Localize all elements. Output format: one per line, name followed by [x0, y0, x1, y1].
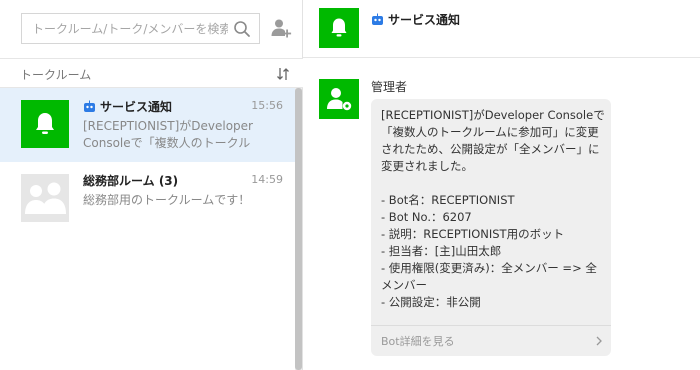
- chat-title-row: サービス通知: [371, 11, 460, 28]
- room-title-row: サービス通知: [83, 97, 172, 115]
- room-time: 14:59: [251, 173, 283, 186]
- bot-details-label: Bot詳細を見る: [381, 335, 455, 348]
- bot-details-link[interactable]: Bot詳細を見る: [371, 326, 611, 356]
- bot-badge-icon: [84, 100, 95, 112]
- room-list-pane: トークルーム サービス通: [0, 0, 303, 370]
- room-title-row: 総務部ルーム (3): [83, 171, 178, 189]
- room-preview: 総務部用のトークルームです！: [83, 193, 251, 207]
- search-icon[interactable]: [233, 20, 251, 38]
- group-avatar-icon: [21, 174, 69, 222]
- room-item-general-affairs[interactable]: 総務部ルーム (3) 14:59 総務部用のトークルームです！: [0, 162, 295, 236]
- message-bubble: [RECEPTIONIST]がDeveloper Consoleで「複数人のトー…: [371, 99, 611, 356]
- message-area: 管理者 [RECEPTIONIST]がDeveloper Consoleで「複数…: [303, 59, 700, 370]
- section-label: トークルーム: [20, 68, 92, 82]
- bell-icon: [21, 100, 69, 148]
- room-title: サービス通知: [100, 99, 173, 114]
- sender-name: 管理者: [371, 80, 408, 94]
- message-text: [RECEPTIONIST]がDeveloper Consoleで「複数人のトー…: [381, 108, 605, 309]
- search-input[interactable]: [32, 20, 228, 38]
- chat-pane: サービス通知 管理者 [RECEPTIONIST]がDeveloper Cons…: [303, 0, 700, 370]
- chat-title: サービス通知: [388, 13, 461, 27]
- room-list-scrollbar[interactable]: [295, 88, 302, 370]
- add-member-icon[interactable]: [270, 17, 292, 39]
- scrollbar-thumb[interactable]: [295, 88, 302, 370]
- bell-icon: [319, 8, 359, 48]
- chevron-right-icon: [596, 336, 602, 346]
- room-time: 15:56: [251, 99, 283, 112]
- admin-avatar-icon[interactable]: [319, 79, 359, 119]
- bot-badge-icon: [372, 13, 383, 25]
- search-box[interactable]: [21, 13, 260, 44]
- room-section-header: トークルーム: [0, 58, 303, 88]
- sort-icon[interactable]: [276, 67, 290, 81]
- room-item-service-notification[interactable]: サービス通知 15:56 [RECEPTIONIST]がDeveloper Co…: [0, 88, 295, 162]
- chat-header: サービス通知: [303, 0, 700, 58]
- room-preview: [RECEPTIONIST]がDeveloper Consoleで「複数人のトー…: [83, 119, 253, 150]
- search-row: [0, 0, 303, 58]
- app-window: トークルーム サービス通: [0, 0, 700, 370]
- room-list: サービス通知 15:56 [RECEPTIONIST]がDeveloper Co…: [0, 88, 295, 370]
- room-title: 総務部ルーム (3): [83, 173, 179, 188]
